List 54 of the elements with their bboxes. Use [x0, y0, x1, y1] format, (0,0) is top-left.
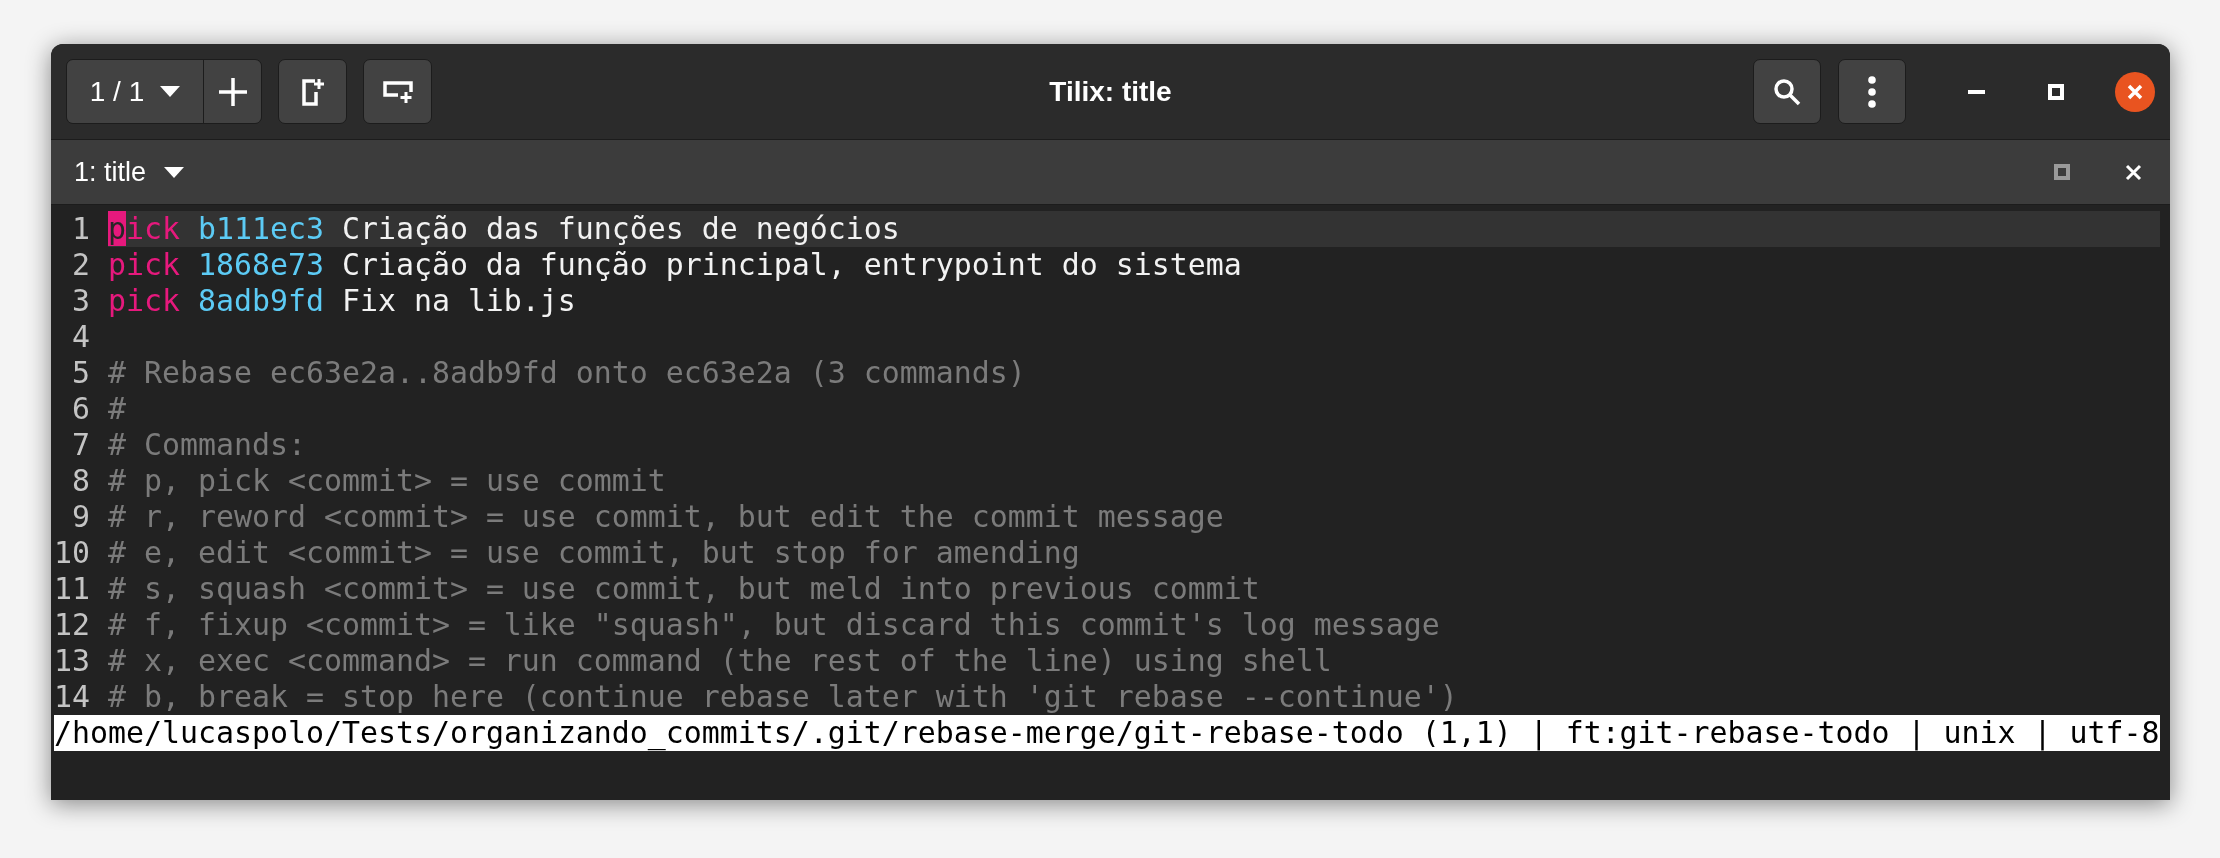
new-session-button[interactable] — [204, 60, 261, 123]
line-number: 13 — [54, 643, 90, 679]
minimize-icon — [1967, 89, 1985, 94]
line-number: 11 — [54, 571, 90, 607]
session-selector[interactable]: 1 / 1 — [67, 60, 204, 123]
window-title: Tilix: title — [1049, 74, 1172, 109]
command-keyword: pick — [107, 283, 180, 319]
line-number: 6 — [71, 391, 90, 427]
close-icon — [2127, 83, 2143, 100]
terminal-tab[interactable]: 1: title — [74, 151, 185, 193]
line-number: 14 — [54, 679, 90, 715]
line-number: 4 — [71, 319, 90, 355]
line-number: 8 — [71, 463, 90, 499]
line-number: 1 — [71, 211, 90, 247]
line-number: 9 — [71, 499, 90, 535]
comment-text: # x, exec <command> = run command (the rest of the line) using shell — [107, 643, 1332, 679]
comment-text: # — [107, 391, 126, 427]
comment-text: # f, fixup <commit> = like "squash", but discard this commit's log message — [107, 607, 1440, 643]
line-number: 2 — [71, 247, 90, 283]
caret-icon — [164, 166, 185, 178]
line-number: 10 — [54, 535, 90, 571]
maximize-icon — [2048, 83, 2064, 100]
close-button[interactable] — [2115, 71, 2155, 112]
menu-button[interactable] — [1838, 59, 1906, 124]
commit-message: Criação das funções de negócios — [341, 211, 900, 247]
line-number: 7 — [71, 427, 90, 463]
comment-text: # Rebase ec63e2a..8adb9fd onto ec63e2a (3 commands) — [107, 355, 1026, 391]
add-terminal-right-button[interactable] — [278, 59, 347, 124]
comment-text: # b, break = stop here (continue rebase later with 'git rebase --continue') — [107, 679, 1458, 715]
command-keyword: pick — [107, 211, 180, 247]
commit-hash: 8adb9fd — [197, 283, 324, 319]
comment-text: # r, reword <commit> = use commit, but edit the commit message — [107, 499, 1224, 535]
comment-text: # e, edit <commit> = use commit, but stop for amending — [107, 535, 1080, 571]
menu-icon — [1868, 75, 1876, 108]
commit-hash: 1868e73 — [197, 247, 324, 283]
add-terminal-down-button[interactable] — [363, 59, 432, 124]
close-icon — [2124, 163, 2142, 181]
commit-message: Fix na lib.js — [341, 283, 576, 319]
command-keyword: pick — [107, 247, 180, 283]
comment-text: # Commands: — [107, 427, 306, 463]
search-icon — [1773, 77, 1801, 106]
comment-text: # p, pick <commit> = use commit — [107, 463, 666, 499]
search-button[interactable] — [1753, 59, 1821, 124]
split-right-icon — [300, 77, 325, 106]
commit-hash: b111ec3 — [197, 211, 324, 247]
split-down-icon — [381, 79, 414, 104]
line-number: 5 — [71, 355, 90, 391]
plus-icon — [217, 76, 248, 107]
line-number: 3 — [71, 283, 90, 319]
maximize-icon — [2054, 164, 2070, 180]
line-number: 12 — [54, 607, 90, 643]
caret-icon — [160, 86, 181, 97]
comment-text: # s, squash <commit> = use commit, but meld into previous commit — [107, 571, 1260, 607]
commit-message: Criação da função principal, entrypoint do sistema — [341, 247, 1242, 283]
